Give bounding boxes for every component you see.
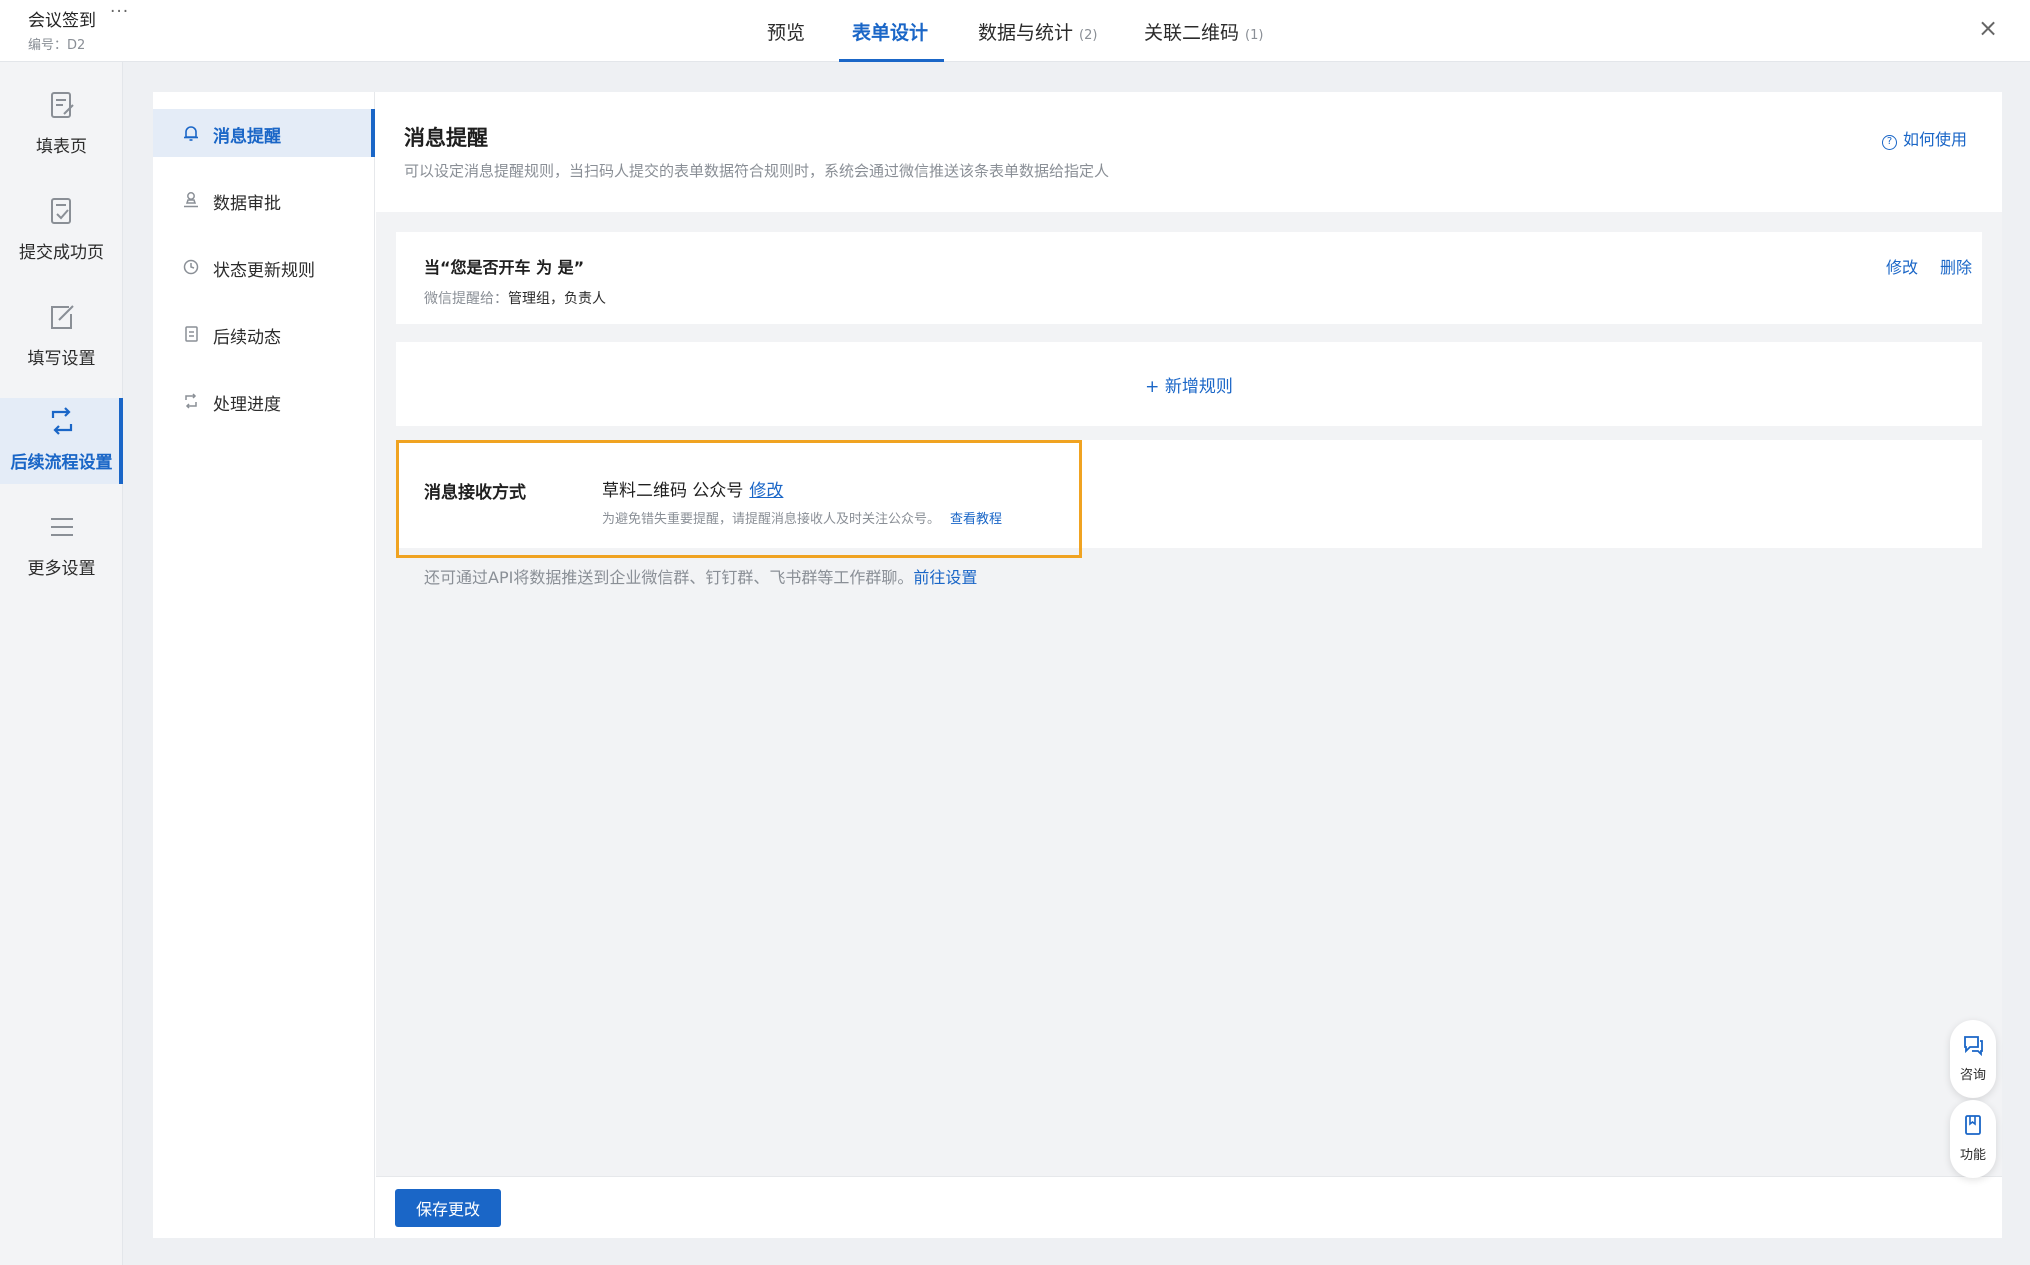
subnav-item-status-rules[interactable]: 状态更新规则	[153, 243, 375, 291]
rule-recipients: 微信提醒给：管理组，负责人	[424, 288, 606, 308]
receive-method-edit-link[interactable]: 修改	[749, 481, 783, 501]
receive-method-tip: 为避免错失重要提醒，请提醒消息接收人及时关注公众号。 查看教程	[602, 508, 1002, 527]
receive-method-label: 消息接收方式	[424, 483, 526, 503]
api-note: 还可通过API将数据推送到企业微信群、钉钉群、飞书群等工作群聊。前往设置	[424, 564, 977, 588]
tab-label: 表单设计	[852, 22, 929, 44]
save-changes-button[interactable]: 保存更改	[395, 1189, 501, 1227]
rail-item-label: 提交成功页	[19, 243, 104, 263]
tab-preview[interactable]: 预览	[767, 18, 805, 45]
rail-item-submit-success[interactable]: 提交成功页	[0, 188, 123, 274]
form-code: 编号：D2	[28, 38, 86, 53]
top-bar: 会议签到 ··· 编号：D2 预览 表单设计 数据与统计 (2) 关联二维码 (1)…	[0, 0, 2030, 62]
app-title: 会议签到	[28, 11, 96, 31]
rail-item-workflow[interactable]: 后续流程设置	[0, 398, 123, 484]
help-label: 如何使用	[1903, 130, 1968, 149]
receive-method-card: 消息接收方式 草料二维码 公众号 修改 为避免错失重要提醒，请提醒消息接收人及时关…	[396, 440, 1982, 558]
rail-item-label: 后续流程设置	[10, 453, 113, 473]
tab-count: (1)	[1245, 28, 1264, 43]
rule-edit-link[interactable]: 修改	[1886, 254, 1918, 278]
rule-condition: 当“您是否开车 为 是”	[424, 258, 585, 277]
menu-icon	[51, 518, 73, 536]
go-settings-link[interactable]: 前往设置	[913, 568, 977, 587]
document-icon	[185, 326, 198, 342]
rail-item-more-settings[interactable]: 更多设置	[0, 504, 123, 590]
tab-label: 预览	[767, 22, 806, 44]
feature-label: 功能	[1959, 1148, 1986, 1163]
content-header: 消息提醒 可以设定消息提醒规则，当扫码人提交的表单数据符合规则时，系统会通过微信…	[376, 92, 2002, 212]
form-page-icon	[51, 92, 74, 118]
rule-recipients-value: 管理组，负责人	[508, 291, 606, 307]
more-options-icon[interactable]: ···	[110, 2, 129, 22]
rule-card: 当“您是否开车 为 是” 微信提醒给：管理组，负责人 修改 删除	[396, 232, 1982, 324]
question-icon: ?	[1882, 135, 1897, 150]
rail-item-label: 填写设置	[27, 349, 96, 369]
rail-item-label: 更多设置	[27, 559, 96, 579]
close-icon[interactable]: ×	[1975, 13, 2001, 43]
subnav-item-data-approval[interactable]: 数据审批	[153, 176, 375, 224]
subnav-item-label: 数据审批	[213, 194, 281, 214]
page-description: 可以设定消息提醒规则，当扫码人提交的表单数据符合规则时，系统会通过微信推送该条表…	[404, 162, 1110, 180]
tab-count: (2)	[1079, 28, 1098, 43]
footer-bar: 保存更改	[376, 1176, 2002, 1238]
feature-button[interactable]: 功能	[1950, 1100, 1996, 1178]
stamp-icon	[184, 192, 198, 208]
tab-label: 关联二维码	[1144, 22, 1240, 44]
content-area: 消息提醒 可以设定消息提醒规则，当扫码人提交的表单数据符合规则时，系统会通过微信…	[376, 92, 2002, 1238]
sub-nav: 消息提醒 数据审批 状态更新规则 后续动态 处理进度	[153, 92, 375, 1238]
progress-icon	[185, 393, 197, 409]
active-tab-indicator	[839, 59, 944, 62]
left-rail: 填表页 提交成功页 填写设置 后续流程设置 更多设置	[0, 62, 123, 1265]
tab-data-statistics[interactable]: 数据与统计 (2)	[978, 18, 1097, 45]
bell-icon	[184, 126, 198, 141]
add-rule-label: + 新增规则	[1145, 377, 1233, 397]
rail-item-edit-settings[interactable]: 填写设置	[0, 294, 123, 380]
rule-recipients-prefix: 微信提醒给：	[424, 291, 508, 307]
subnav-item-label: 消息提醒	[213, 127, 281, 147]
page-title: 消息提醒	[404, 126, 488, 150]
workflow-icon	[51, 407, 73, 435]
subnav-item-label: 后续动态	[213, 328, 281, 348]
edit-settings-icon	[51, 305, 74, 329]
rule-delete-link[interactable]: 删除	[1940, 254, 1972, 278]
tab-label: 数据与统计	[978, 22, 1074, 44]
receive-method-text: 草料二维码 公众号	[602, 481, 744, 501]
subnav-item-message-reminder[interactable]: 消息提醒	[153, 109, 375, 157]
how-to-use-link[interactable]: ? 如何使用	[1882, 126, 1967, 150]
submit-success-icon	[51, 198, 71, 224]
subnav-item-progress[interactable]: 处理进度	[153, 377, 375, 425]
add-rule-button[interactable]: + 新增规则	[396, 342, 1982, 426]
clock-icon	[183, 259, 199, 275]
view-tutorial-link[interactable]: 查看教程	[950, 512, 1002, 527]
rail-item-label: 填表页	[36, 137, 87, 157]
chat-icon	[1964, 1036, 1983, 1056]
api-note-text: 还可通过API将数据推送到企业微信群、钉钉群、飞书群等工作群聊。	[424, 568, 914, 587]
rail-item-form-page[interactable]: 填表页	[0, 82, 123, 168]
receive-tip-text: 为避免错失重要提醒，请提醒消息接收人及时关注公众号。	[602, 512, 941, 527]
subnav-item-follow-up[interactable]: 后续动态	[153, 310, 375, 358]
subnav-item-label: 状态更新规则	[213, 261, 315, 281]
consult-label: 咨询	[1959, 1068, 1986, 1083]
subnav-item-label: 处理进度	[213, 395, 281, 415]
tab-linked-qrcode[interactable]: 关联二维码 (1)	[1144, 18, 1263, 45]
consult-button[interactable]: 咨询	[1950, 1020, 1996, 1098]
main-card: 消息提醒 数据审批 状态更新规则 后续动态 处理进度 消息提醒 可以设定消息提醒…	[153, 92, 2002, 1238]
tab-form-design[interactable]: 表单设计	[852, 18, 928, 45]
receive-method-value: 草料二维码 公众号 修改	[602, 476, 783, 501]
book-icon	[1965, 1115, 1981, 1135]
